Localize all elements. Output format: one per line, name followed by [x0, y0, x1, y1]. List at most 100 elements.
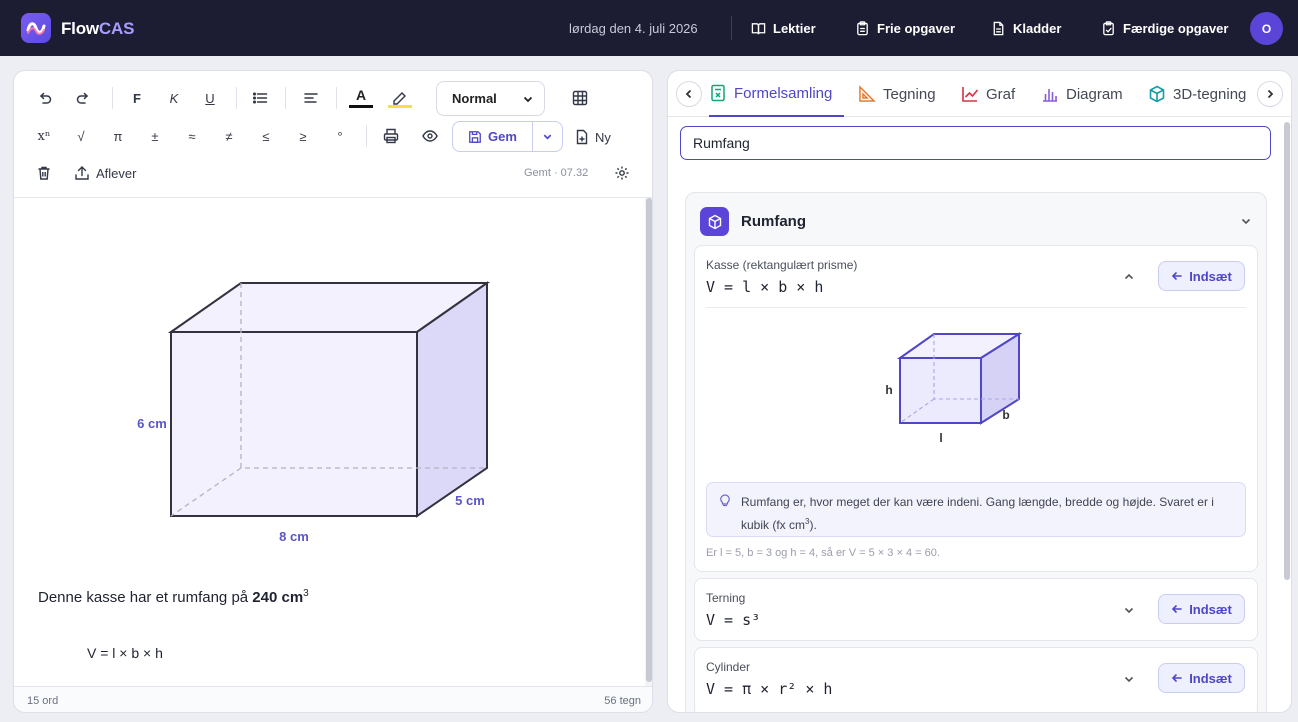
insert-button[interactable]: Indsæt: [1158, 594, 1245, 624]
cube-icon: [1149, 85, 1165, 103]
degree-button[interactable]: °: [329, 125, 351, 147]
chevron-down-icon[interactable]: [1123, 673, 1135, 685]
nav-lektier[interactable]: Lektier: [751, 19, 816, 37]
formula-name: Kasse (rektangulært prisme): [706, 258, 858, 272]
formula-card-terning: Terning V = s³ Indsæt: [694, 578, 1258, 641]
nav-faerdige-opgaver-label: Færdige opgaver: [1123, 20, 1229, 36]
highlight-button[interactable]: [387, 85, 413, 111]
bold-button[interactable]: F: [126, 87, 148, 109]
trash-icon: [38, 166, 50, 180]
less-equal-button[interactable]: ≤: [255, 125, 277, 147]
underline-button[interactable]: U: [199, 87, 221, 109]
tabs-next-button[interactable]: [1257, 81, 1283, 107]
height-label: 6 cm: [137, 416, 167, 431]
redo-icon: [76, 92, 89, 104]
clipboard-list-icon: [857, 20, 868, 35]
new-document-button[interactable]: Ny: [574, 126, 611, 148]
lightbulb-icon: [720, 494, 730, 507]
print-button[interactable]: [380, 125, 402, 147]
app-name[interactable]: FlowCAS: [61, 19, 134, 39]
insert-table-button[interactable]: [569, 87, 591, 109]
align-button[interactable]: [300, 87, 322, 109]
upload-icon: [75, 166, 89, 180]
nav-kladder-label: Kladder: [1013, 20, 1062, 36]
tab-3d-tegning-label: 3D-tegning: [1173, 85, 1247, 103]
tab-tegning[interactable]: Tegning: [858, 71, 936, 117]
insert-button[interactable]: Indsæt: [1158, 261, 1245, 291]
redo-button[interactable]: [72, 87, 94, 109]
tab-diagram[interactable]: Diagram: [1041, 71, 1123, 117]
arrow-left-icon: [1172, 272, 1182, 280]
pi-button[interactable]: π: [107, 125, 129, 147]
document-area[interactable]: 6 cm 8 cm 5 cm Denne kasse har et rumfan…: [14, 198, 644, 686]
chevron-down-icon[interactable]: [1240, 215, 1252, 227]
settings-button[interactable]: [611, 162, 633, 184]
nav-kladder[interactable]: Kladder: [991, 19, 1061, 37]
nav-lektier-label: Lektier: [773, 20, 816, 36]
box-diagram: h l b: [885, 332, 1023, 445]
file-text-icon: [993, 21, 1004, 35]
formula-expression: V = l × b × h: [706, 278, 824, 296]
save-button[interactable]: Gem: [453, 122, 533, 151]
undo-button[interactable]: [34, 87, 56, 109]
formula-book-icon: [711, 84, 725, 102]
user-avatar[interactable]: O: [1250, 12, 1283, 45]
chevron-down-icon: [543, 134, 552, 140]
tab-diagram-label: Diagram: [1066, 85, 1123, 103]
formula-search-input[interactable]: Rumfang: [680, 126, 1271, 160]
plus-minus-button[interactable]: ±: [144, 125, 166, 147]
formula-expression: V = π × r² × h: [706, 680, 833, 698]
save-button-group: Gem: [452, 121, 563, 152]
save-options-button[interactable]: [533, 122, 562, 151]
current-date: lørdag den 4. juli 2026: [569, 21, 698, 36]
editor-scrollbar[interactable]: [645, 198, 652, 686]
paragraph-style-value: Normal: [452, 91, 497, 106]
word-count: 15 ord: [27, 695, 59, 707]
toolbar-divider: [112, 87, 113, 109]
bar-chart-icon: [1043, 89, 1057, 102]
tab-tegning-label: Tegning: [883, 85, 936, 103]
submit-button[interactable]: Aflever: [74, 162, 136, 184]
save-label: Gem: [488, 129, 517, 144]
tab-formelsamling[interactable]: Formelsamling: [709, 71, 845, 117]
tool-tabs: Formelsamling Tegning Graf Diagram 3D-te…: [668, 71, 1291, 117]
l-label: l: [939, 431, 942, 445]
list-icon: [252, 92, 268, 104]
toolbar-divider: [285, 87, 286, 109]
italic-button[interactable]: K: [163, 87, 185, 109]
superscript-button[interactable]: xⁿ: [33, 125, 55, 147]
eye-icon: [422, 130, 438, 142]
line-chart-icon: [962, 87, 979, 102]
tab-graf[interactable]: Graf: [961, 71, 1015, 117]
panel-scrollbar[interactable]: [1283, 117, 1291, 712]
flowcas-logo-icon[interactable]: [21, 13, 51, 43]
insert-button[interactable]: Indsæt: [1158, 663, 1245, 693]
text-color-button[interactable]: A: [348, 85, 374, 111]
cube-icon: [700, 207, 729, 236]
preview-button[interactable]: [419, 125, 441, 147]
sqrt-button[interactable]: √: [70, 125, 92, 147]
new-document-label: Ny: [595, 129, 611, 145]
approx-button[interactable]: ≈: [181, 125, 203, 147]
nav-faerdige-opgaver[interactable]: Færdige opgaver: [1101, 19, 1228, 37]
tab-3d-tegning[interactable]: 3D-tegning: [1148, 71, 1246, 117]
greater-equal-button[interactable]: ≥: [292, 125, 314, 147]
chevron-down-icon: [523, 96, 533, 103]
paragraph-style-select[interactable]: Normal: [436, 81, 545, 116]
nav-frie-opgaver-label: Frie opgaver: [877, 20, 956, 36]
chevron-down-icon[interactable]: [1123, 604, 1135, 616]
toolbar-divider: [366, 125, 367, 147]
bullet-list-button[interactable]: [249, 87, 271, 109]
tab-graf-label: Graf: [986, 85, 1016, 103]
nav-frie-opgaver[interactable]: Frie opgaver: [855, 19, 955, 37]
book-open-icon: [751, 22, 766, 34]
tabs-prev-button[interactable]: [676, 81, 702, 107]
chevron-up-icon[interactable]: [1123, 271, 1135, 283]
not-equal-button[interactable]: ≠: [218, 125, 240, 147]
box-figure: 6 cm 8 cm 5 cm: [137, 281, 491, 544]
volume-formula: V = l × b × h: [87, 645, 163, 661]
table-icon: [572, 90, 588, 106]
arrow-left-icon: [1172, 674, 1182, 682]
delete-button[interactable]: [33, 162, 55, 184]
formula-name: Terning: [706, 591, 746, 605]
